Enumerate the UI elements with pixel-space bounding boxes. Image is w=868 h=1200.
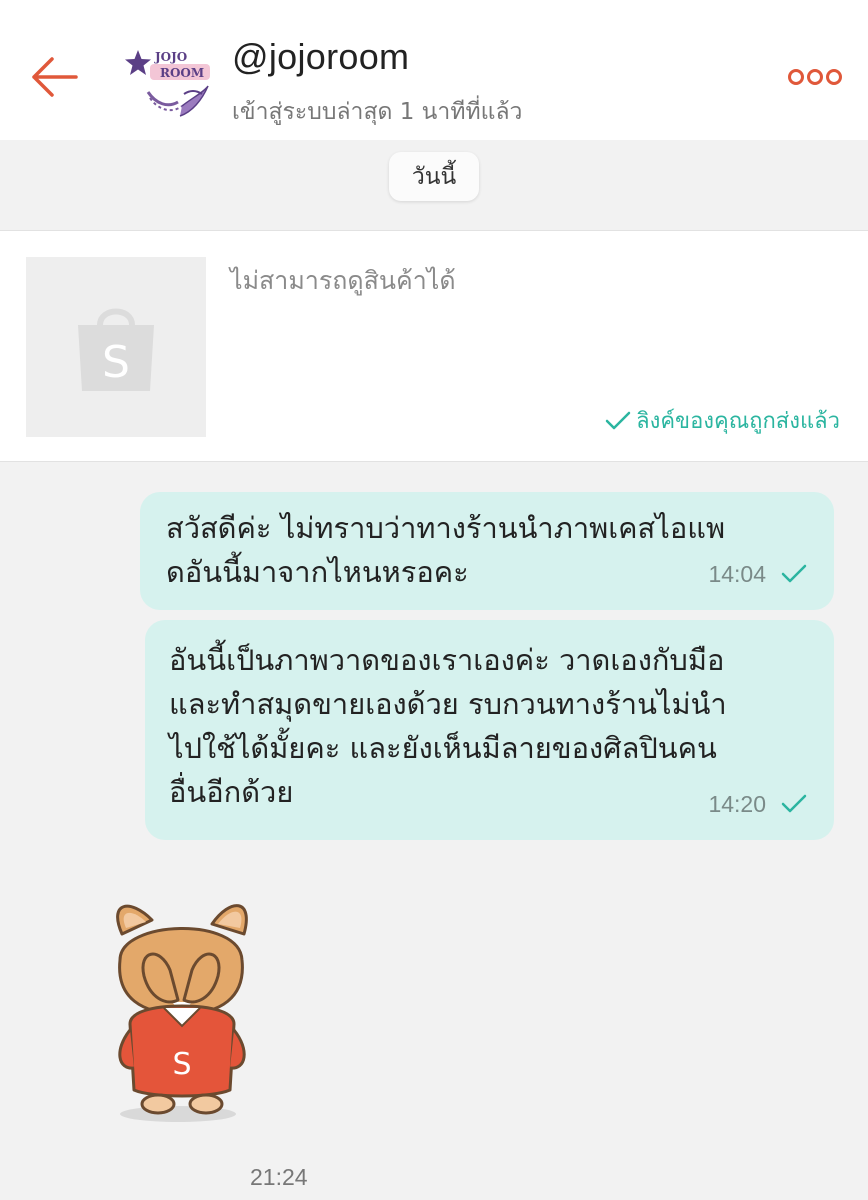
link-sent-label: ลิงค์ของคุณถูกส่งแล้ว (636, 409, 840, 434)
message-meta: 14:04 (708, 552, 808, 596)
corgi-sticker-icon: S (116, 904, 248, 1122)
message-time: 14:04 (708, 561, 766, 587)
back-button[interactable] (26, 54, 82, 100)
product-title: ไม่สามารถดูสินค้าได้ (230, 266, 456, 295)
avatar-logo-bottom: ROOM (160, 66, 204, 80)
shirt-letter: S (172, 1047, 191, 1082)
chat-username[interactable]: @jojoroom (232, 36, 409, 78)
avatar[interactable]: JOJO ROOM (122, 42, 218, 122)
date-separator: วันนี้ (389, 152, 479, 201)
product-card[interactable]: S ไม่สามารถดูสินค้าได้ ลิงค์ของคุณถูกส่ง… (0, 230, 868, 462)
shopping-bag-icon: S (78, 308, 154, 391)
message-bubble-outgoing[interactable]: สวัสดีค่ะ ไม่ทราบว่าทางร้านนำภาพเคสไอแพ … (140, 492, 834, 610)
message-time: 14:20 (708, 791, 766, 817)
check-icon (781, 564, 807, 583)
message-meta: 14:20 (708, 782, 808, 826)
product-thumbnail[interactable]: S (26, 257, 206, 437)
last-seen-status: เข้าสู่ระบบล่าสุด 1 นาทีที่แล้ว (232, 99, 523, 125)
message-bubble-outgoing[interactable]: อันนี้เป็นภาพวาดของเราเองค่ะ วาดเองกับมื… (145, 620, 834, 840)
check-icon (605, 411, 631, 429)
chat-header: JOJO ROOM @jojoroom เข้าสู่ระบบล่าสุด 1 … (0, 0, 868, 140)
message-line: และทำสมุดขายเองด้วย รบกวนทางร้านไม่นำ (169, 687, 727, 721)
message-line: ไปใช้ได้มั้ยคะ และยังเห็นมีลายของศิลปินค… (169, 731, 717, 765)
sticker-message[interactable]: S (100, 890, 260, 1130)
avatar-logo-top: JOJO (154, 50, 187, 64)
message-line: สวัสดีค่ะ ไม่ทราบว่าทางร้านนำภาพเคสไอแพ (166, 511, 726, 545)
bag-letter: S (102, 337, 130, 388)
more-options-button[interactable] (786, 66, 844, 88)
check-icon (781, 794, 807, 813)
link-sent-status: ลิงค์ของคุณถูกส่งแล้ว (604, 403, 840, 438)
more-dots-icon (788, 69, 842, 85)
sticker-time: 21:24 (250, 1164, 308, 1190)
arrow-left-icon (32, 57, 78, 97)
message-line: อันนี้เป็นภาพวาดของเราเองค่ะ วาดเองกับมื… (169, 643, 725, 677)
